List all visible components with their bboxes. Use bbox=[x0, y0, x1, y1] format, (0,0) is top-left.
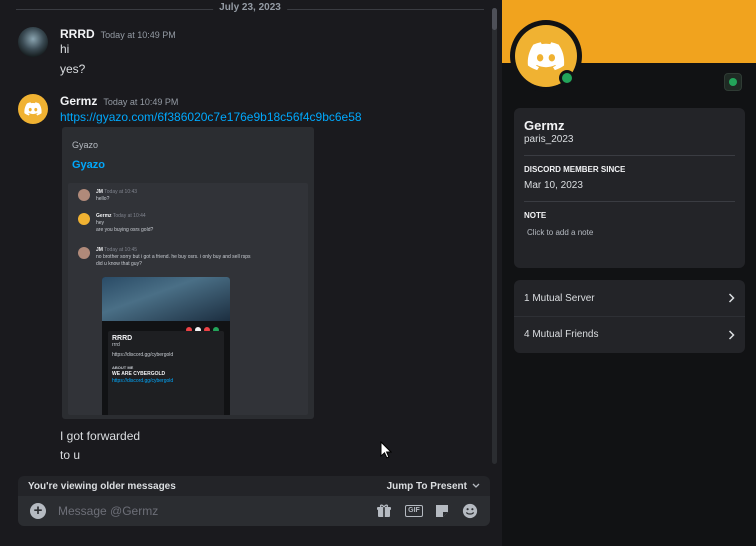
mini-card-name: RRRD bbox=[112, 335, 133, 342]
message-text: to u bbox=[60, 448, 81, 462]
mini-avatar bbox=[78, 213, 90, 225]
jump-to-present-label: Jump To Present bbox=[386, 480, 467, 492]
sticker-icon[interactable] bbox=[434, 503, 450, 519]
chevron-right-icon bbox=[728, 293, 735, 303]
gift-icon[interactable] bbox=[376, 503, 392, 519]
discord-logo-icon bbox=[527, 41, 565, 70]
message-input[interactable] bbox=[58, 501, 358, 521]
mini-card-link: https://discord.gg/cybergold bbox=[112, 352, 174, 358]
mini-text: did u know that guy? bbox=[96, 261, 142, 267]
chevron-right-icon bbox=[728, 329, 735, 340]
older-messages-bar: You're viewing older messages Jump To Pr… bbox=[18, 476, 490, 496]
profile-info-card: Germz paris_2023 DISCORD MEMBER SINCE Ma… bbox=[514, 108, 745, 268]
online-status-icon bbox=[559, 70, 575, 86]
mini-card-about-link: https://discord.gg/cybergold bbox=[112, 378, 174, 384]
mini-time: Today at 10:45 bbox=[104, 247, 138, 253]
mini-avatar bbox=[78, 247, 90, 259]
older-messages-label: You're viewing older messages bbox=[28, 480, 176, 492]
mini-text: are you buying osrs gold? bbox=[96, 227, 154, 233]
embed-title[interactable]: Gyazo bbox=[72, 159, 105, 171]
mini-message: Germz Today at 10:44 hey are you buying … bbox=[78, 213, 153, 234]
mini-card-handle: rrrd bbox=[112, 342, 120, 348]
chat-scrollbar-thumb[interactable] bbox=[492, 8, 497, 30]
user-profile-panel: Germz paris_2023 DISCORD MEMBER SINCE Ma… bbox=[502, 0, 756, 546]
mini-text: hello? bbox=[96, 196, 110, 202]
chat-pane: July 23, 2023 RRRD Today at 10:49 PM hi … bbox=[0, 0, 502, 546]
profile-username: paris_2023 bbox=[524, 134, 574, 145]
mini-text: no brother sorry but i got a friend. he … bbox=[96, 254, 251, 260]
member-since-value: Mar 10, 2023 bbox=[524, 180, 583, 191]
message-header: Germz Today at 10:49 PM bbox=[60, 94, 178, 108]
mini-card-body: RRRD rrrd https://discord.gg/cybergold A… bbox=[108, 331, 224, 415]
mini-time: Today at 10:43 bbox=[104, 189, 138, 195]
mini-card-about-label: ABOUT ME bbox=[112, 365, 134, 370]
gif-icon[interactable]: GIF bbox=[404, 503, 424, 519]
mutuals-card: 1 Mutual Server 4 Mutual Friends bbox=[514, 280, 745, 353]
author-name[interactable]: Germz bbox=[60, 94, 97, 108]
mini-author: Germz bbox=[96, 213, 112, 219]
note-label: NOTE bbox=[524, 211, 547, 220]
link-embed: Gyazo Gyazo JM Today at 10:43 hello? Ger… bbox=[62, 127, 314, 419]
chevron-down-icon bbox=[472, 483, 480, 488]
mutual-friends-row[interactable]: 4 Mutual Friends bbox=[514, 316, 745, 352]
discord-logo-icon bbox=[24, 102, 42, 116]
divider bbox=[524, 155, 735, 156]
message-link[interactable]: https://gyazo.com/6f386020c7e176e9b18c56… bbox=[60, 110, 362, 124]
mini-text: hey bbox=[96, 220, 105, 226]
upload-plus-button[interactable]: + bbox=[30, 503, 46, 519]
mouse-cursor-icon bbox=[380, 441, 392, 459]
mini-message: JM Today at 10:43 hello? bbox=[78, 189, 137, 203]
emoji-icon[interactable] bbox=[462, 503, 478, 519]
mutual-servers-label: 1 Mutual Server bbox=[524, 292, 595, 304]
jump-to-present-button[interactable]: Jump To Present bbox=[387, 481, 480, 492]
mini-banner-image bbox=[102, 277, 230, 321]
mini-author: JM bbox=[96, 189, 103, 195]
mini-card-about-title: WE ARE CYBERGOLD bbox=[112, 371, 166, 377]
mutual-servers-row[interactable]: 1 Mutual Server bbox=[514, 280, 745, 316]
message-composer: + GIF bbox=[18, 496, 490, 526]
mini-profile-card: RRRD rrrd https://discord.gg/cybergold A… bbox=[102, 277, 230, 415]
member-since-label: DISCORD MEMBER SINCE bbox=[524, 165, 626, 174]
gif-label: GIF bbox=[405, 505, 423, 517]
mini-author: JM bbox=[96, 247, 103, 253]
divider bbox=[524, 201, 735, 202]
avatar[interactable] bbox=[18, 94, 48, 124]
profile-badge-icon[interactable] bbox=[724, 73, 742, 91]
embed-provider: Gyazo bbox=[72, 140, 99, 150]
message-text: I got forwarded bbox=[60, 429, 141, 443]
embed-screenshot[interactable]: JM Today at 10:43 hello? Germz Today at … bbox=[68, 183, 308, 415]
mutual-friends-label: 4 Mutual Friends bbox=[524, 329, 599, 340]
mini-time: Today at 10:44 bbox=[112, 213, 146, 219]
chat-scrollbar[interactable] bbox=[492, 8, 497, 464]
timestamp: Today at 10:49 PM bbox=[103, 97, 179, 107]
profile-display-name: Germz bbox=[524, 118, 565, 133]
mini-message: JM Today at 10:45 no brother sorry but i… bbox=[78, 247, 251, 268]
mini-avatar bbox=[78, 189, 90, 201]
message-group-germz: Germz Today at 10:49 PM https://gyazo.co… bbox=[0, 0, 486, 470]
note-input[interactable]: Click to add a note bbox=[527, 228, 735, 237]
